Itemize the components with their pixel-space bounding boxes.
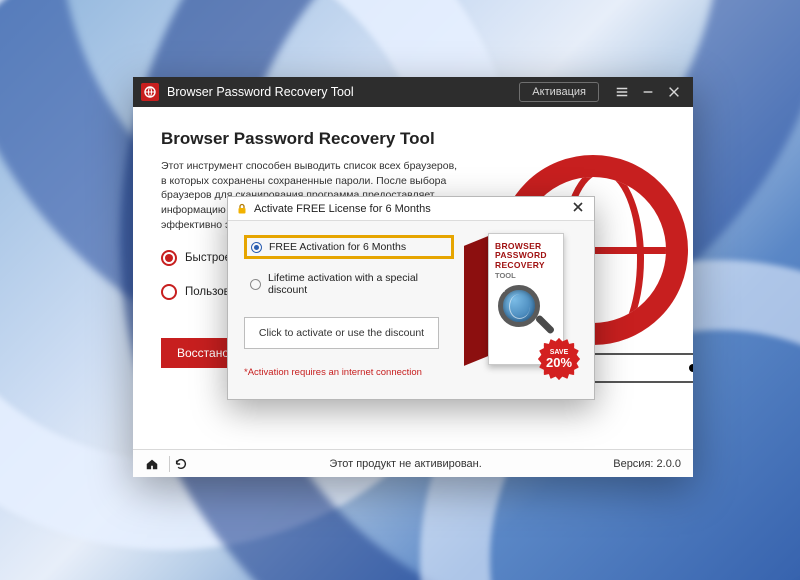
close-icon (572, 201, 584, 213)
option-free-label: FREE Activation for 6 Months (269, 241, 406, 253)
dialog-close-button[interactable] (568, 201, 588, 216)
activate-cta-button[interactable]: Click to activate or use the discount (244, 317, 439, 349)
lock-icon (236, 203, 248, 215)
menu-button[interactable] (609, 77, 635, 107)
window-title: Browser Password Recovery Tool (167, 85, 354, 99)
option-lifetime-label: Lifetime activation with a special disco… (268, 272, 448, 296)
close-button[interactable] (661, 77, 687, 107)
activation-status: Этот продукт не активирован. (198, 458, 613, 470)
box-text-4: TOOL (495, 271, 557, 280)
badge-pct: 20% (546, 356, 572, 369)
radio-selected-icon (251, 242, 262, 253)
radio-selected-icon (161, 250, 177, 266)
bottom-bar: Этот продукт не активирован. Версия: 2.0… (133, 449, 693, 477)
product-box-illustration: BROWSER PASSWORD RECOVERY TOOL SAVE 20% (464, 221, 594, 399)
radio-unselected-icon (250, 279, 261, 290)
minimize-button[interactable] (635, 77, 661, 107)
magnifier-icon (498, 285, 554, 341)
box-text-3: RECOVERY (495, 261, 557, 270)
dialog-title: Activate FREE License for 6 Months (254, 203, 568, 215)
activation-dialog: Activate FREE License for 6 Months FREE … (227, 196, 595, 400)
refresh-icon (174, 457, 188, 471)
titlebar: Browser Password Recovery Tool Активация (133, 77, 693, 107)
activate-button[interactable]: Активация (519, 82, 599, 102)
refresh-button[interactable] (174, 457, 188, 471)
dialog-note: *Activation requires an internet connect… (244, 367, 454, 378)
option-free-activation[interactable]: FREE Activation for 6 Months (244, 235, 454, 259)
home-icon (145, 457, 159, 471)
radio-unselected-icon (161, 284, 177, 300)
option-lifetime-activation[interactable]: Lifetime activation with a special disco… (244, 267, 454, 301)
desktop-wallpaper: Browser Password Recovery Tool Активация… (0, 0, 800, 580)
home-button[interactable] (145, 457, 159, 471)
app-icon (141, 83, 159, 101)
discount-badge: SAVE 20% (538, 338, 580, 380)
dialog-titlebar: Activate FREE License for 6 Months (228, 197, 594, 221)
version-label: Версия: 2.0.0 (613, 458, 681, 470)
